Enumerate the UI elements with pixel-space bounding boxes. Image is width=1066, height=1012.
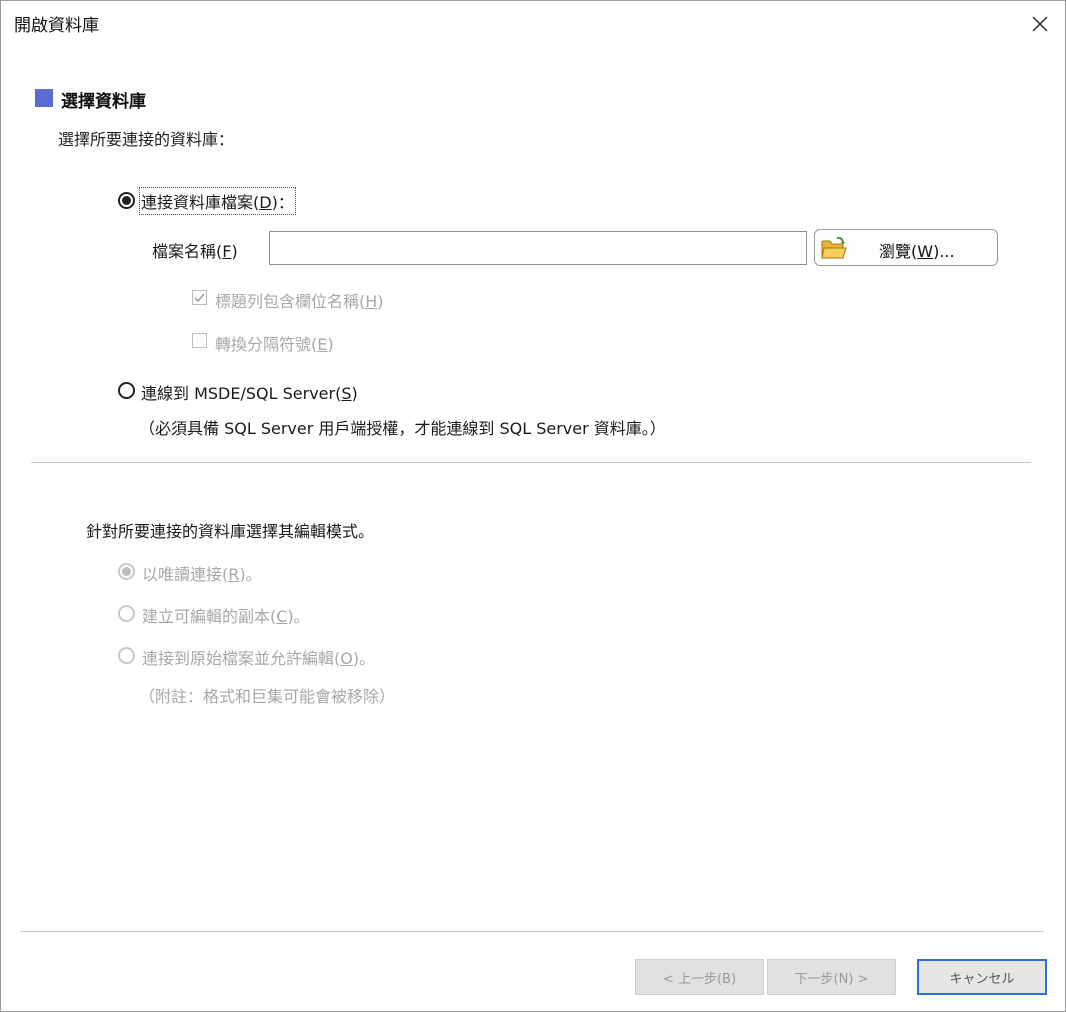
back-button[interactable]: < 上一步(B)	[635, 959, 764, 995]
checkmark-icon	[194, 293, 205, 303]
browse-button-label: 瀏覽(W)...	[879, 242, 955, 261]
radio-database-file[interactable]	[118, 192, 135, 209]
section-marker	[35, 89, 53, 107]
checkbox-delimiter-label: 轉換分隔符號(E)	[215, 335, 334, 354]
cancel-button[interactable]: キャンセル	[917, 959, 1047, 995]
browse-button[interactable]: 瀏覽(W)...	[814, 229, 998, 266]
radio-readonly[interactable]	[118, 563, 135, 580]
radio-editable-copy-label: 建立可編輯的副本(C)。	[142, 607, 310, 626]
radio-readonly-label: 以唯讀連接(R)。	[142, 565, 262, 584]
checkbox-convert-delimiter[interactable]	[192, 333, 207, 348]
checkbox-header-contains-field-names[interactable]	[192, 290, 207, 305]
edit-mode-title: 針對所要連接的資料庫選擇其編輯模式。	[86, 522, 375, 541]
dialog-window: 開啟資料庫 選擇資料庫 選擇所要連接的資料庫： 連接資料庫檔案(D)： 檔案名稱…	[0, 0, 1066, 1012]
radio-database-file-label[interactable]: 連接資料庫檔案(D)：	[139, 187, 296, 215]
close-button[interactable]	[1017, 1, 1063, 47]
divider	[31, 462, 1031, 463]
sql-server-note: （必須具備 SQL Server 用戶端授權，才能連線到 SQL Server …	[139, 419, 666, 438]
edit-mode-note: （附註：格式和巨集可能會被移除）	[139, 687, 396, 706]
folder-open-icon	[821, 236, 847, 258]
section-title: 選擇資料庫	[61, 92, 146, 112]
radio-sql-server[interactable]	[118, 382, 135, 399]
radio-edit-original[interactable]	[118, 647, 135, 664]
next-button[interactable]: 下一步(N) >	[767, 959, 896, 995]
window-title: 開啟資料庫	[14, 16, 99, 36]
close-icon	[1032, 16, 1048, 32]
checkbox-header-label: 標題列包含欄位名稱(H)	[215, 292, 384, 311]
footer-divider	[20, 931, 1044, 932]
file-name-input[interactable]	[269, 231, 807, 265]
radio-edit-original-label: 連接到原始檔案並允許編輯(O)。	[142, 649, 376, 668]
section-description: 選擇所要連接的資料庫：	[58, 130, 235, 149]
radio-sql-server-label[interactable]: 連線到 MSDE/SQL Server(S)	[141, 380, 358, 404]
radio-editable-copy[interactable]	[118, 605, 135, 622]
file-name-label: 檔案名稱(F)	[152, 242, 238, 261]
